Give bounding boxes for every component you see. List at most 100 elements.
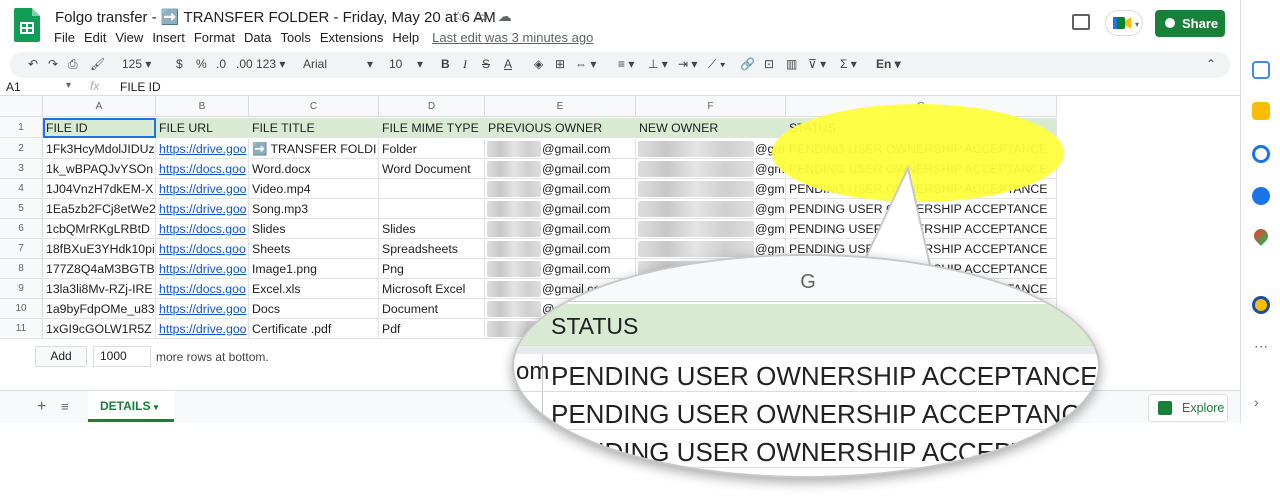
table-cell[interactable]: 1a9byFdpOMe_u83 xyxy=(43,299,156,319)
table-cell[interactable]: https://drive.goo xyxy=(156,199,249,219)
insert-comment-icon[interactable]: ⊡ xyxy=(764,57,774,71)
column-header-c[interactable]: C xyxy=(249,96,379,117)
meet-button[interactable]: ▾ xyxy=(1105,10,1143,36)
column-header-b[interactable]: B xyxy=(156,96,249,117)
table-cell[interactable]: https://drive.goo xyxy=(156,299,249,319)
table-cell[interactable]: 18fBXuE3YHdk10pi xyxy=(43,239,156,259)
table-cell[interactable]: Word.docx xyxy=(249,159,379,179)
fill-color-icon[interactable]: ◈ xyxy=(534,57,543,71)
table-cell[interactable]: https://drive.goo xyxy=(156,179,249,199)
decrease-decimal-button[interactable]: .0 xyxy=(216,57,226,71)
row-header[interactable]: 10 xyxy=(0,299,43,319)
last-edit-link[interactable]: Last edit was 3 minutes ago xyxy=(432,30,593,45)
collapse-toolbar-icon[interactable]: ⌃ xyxy=(1206,57,1216,71)
table-cell[interactable]: Spreadsheets xyxy=(379,239,485,259)
text-wrap-icon[interactable]: ⇥ ▾ xyxy=(678,57,697,71)
hide-side-panel-icon[interactable]: › xyxy=(1254,394,1259,410)
column-header-f[interactable]: F xyxy=(636,96,786,117)
table-cell[interactable]: ➡️ TRANSFER FOLDI xyxy=(249,139,379,159)
table-cell[interactable]: 177Z8Q4aM3BGTB xyxy=(43,259,156,279)
header-cell-d[interactable]: FILE MIME TYPE xyxy=(379,118,485,138)
table-cell[interactable]: 1cbQMrRKgLRBtD xyxy=(43,219,156,239)
explore-button[interactable]: Explore xyxy=(1148,394,1228,422)
all-sheets-icon[interactable]: ≡ xyxy=(61,399,69,414)
name-box-dropdown-icon[interactable]: ▾ xyxy=(66,80,71,91)
menu-extensions[interactable]: Extensions xyxy=(320,30,384,45)
maps-icon[interactable] xyxy=(1251,226,1271,246)
addon-icon[interactable] xyxy=(1252,296,1270,314)
table-cell[interactable]: 1J04VnzH7dkEM-X xyxy=(43,179,156,199)
filter-icon[interactable]: ⊽ ▾ xyxy=(808,57,826,71)
zoom-select[interactable]: 125 ▾ xyxy=(122,57,151,71)
add-sheet-icon[interactable]: + xyxy=(37,398,46,416)
table-cell[interactable]: @gm xyxy=(636,179,786,199)
menu-insert[interactable]: Insert xyxy=(152,30,185,45)
file-url-link[interactable]: https://drive.goo xyxy=(159,182,247,196)
strikethrough-icon[interactable]: S xyxy=(482,57,490,71)
header-cell-c[interactable]: FILE TITLE xyxy=(249,118,379,138)
font-select[interactable]: Arial ▾ xyxy=(303,57,373,71)
functions-icon[interactable]: Σ ▾ xyxy=(840,57,857,71)
table-cell[interactable]: @gm xyxy=(636,199,786,219)
row-header[interactable]: 3 xyxy=(0,159,43,179)
vertical-align-icon[interactable]: ⊥ ▾ xyxy=(648,57,668,71)
print-icon[interactable]: ⎙ xyxy=(68,57,78,72)
column-header-e[interactable]: E xyxy=(485,96,636,117)
table-cell[interactable]: Certificate .pdf xyxy=(249,319,379,339)
paint-format-icon[interactable]: 🖌 xyxy=(90,57,105,71)
number-format-select[interactable]: 123 ▾ xyxy=(256,57,285,71)
table-cell[interactable]: @gmail.com xyxy=(485,199,636,219)
row-header[interactable]: 4 xyxy=(0,179,43,199)
keep-icon[interactable] xyxy=(1252,102,1270,120)
contacts-icon[interactable] xyxy=(1252,187,1270,205)
row-header[interactable]: 9 xyxy=(0,279,43,299)
currency-button[interactable]: $ xyxy=(176,57,183,71)
file-url-link[interactable]: https://drive.goo xyxy=(159,302,247,316)
menu-help[interactable]: Help xyxy=(392,30,419,45)
horizontal-align-icon[interactable]: ≡ ▾ xyxy=(618,57,634,71)
row-header[interactable]: 7 xyxy=(0,239,43,259)
row-header[interactable]: 8 xyxy=(0,259,43,279)
table-cell[interactable]: Slides xyxy=(379,219,485,239)
undo-icon[interactable]: ↶ xyxy=(28,57,38,71)
row-header[interactable]: 5 xyxy=(0,199,43,219)
table-cell[interactable]: https://drive.goo xyxy=(156,259,249,279)
table-cell[interactable]: Slides xyxy=(249,219,379,239)
move-folder-icon[interactable]: ▭ xyxy=(475,8,498,24)
table-cell[interactable]: Excel.xls xyxy=(249,279,379,299)
italic-button[interactable]: I xyxy=(463,57,467,72)
table-cell[interactable]: @gmail.com xyxy=(485,219,636,239)
table-cell[interactable]: https://docs.goo xyxy=(156,219,249,239)
file-url-link[interactable]: https://docs.goo xyxy=(159,222,246,236)
table-cell[interactable]: Folder xyxy=(379,139,485,159)
table-cell[interactable]: @gmail.com xyxy=(485,139,636,159)
header-cell-a[interactable]: FILE ID xyxy=(43,118,156,138)
add-rows-button[interactable]: Add xyxy=(35,346,87,367)
row-header-1[interactable]: 1 xyxy=(0,118,43,138)
formula-input[interactable]: FILE ID xyxy=(120,80,161,94)
add-rows-count-input[interactable]: 1000 xyxy=(93,346,151,367)
file-url-link[interactable]: https://docs.goo xyxy=(159,242,246,256)
table-cell[interactable]: Png xyxy=(379,259,485,279)
menu-edit[interactable]: Edit xyxy=(84,30,106,45)
column-header-d[interactable]: D xyxy=(379,96,485,117)
table-cell[interactable]: Video.mp4 xyxy=(249,179,379,199)
table-cell[interactable]: Word Document xyxy=(379,159,485,179)
tab-details[interactable]: DETAILS ▾ xyxy=(88,391,174,422)
file-url-link[interactable]: https://drive.goo xyxy=(159,262,247,276)
table-cell[interactable]: @gmail.com xyxy=(485,179,636,199)
star-icon[interactable]: ☆ xyxy=(452,8,475,24)
table-cell[interactable]: Pdf xyxy=(379,319,485,339)
file-url-link[interactable]: https://drive.goo xyxy=(159,322,247,336)
file-url-link[interactable]: https://drive.goo xyxy=(159,142,247,156)
column-header-a[interactable]: A xyxy=(43,96,156,117)
percent-button[interactable]: % xyxy=(196,57,207,71)
table-cell[interactable] xyxy=(379,179,485,199)
borders-icon[interactable]: ⊞ xyxy=(555,57,565,71)
table-cell[interactable] xyxy=(379,199,485,219)
share-button[interactable]: Share xyxy=(1155,10,1225,37)
menu-format[interactable]: Format xyxy=(194,30,235,45)
table-cell[interactable]: 1xGI9cGOLW1R5Z xyxy=(43,319,156,339)
text-color-icon[interactable]: A xyxy=(504,57,512,71)
table-cell[interactable]: @gm xyxy=(636,159,786,179)
